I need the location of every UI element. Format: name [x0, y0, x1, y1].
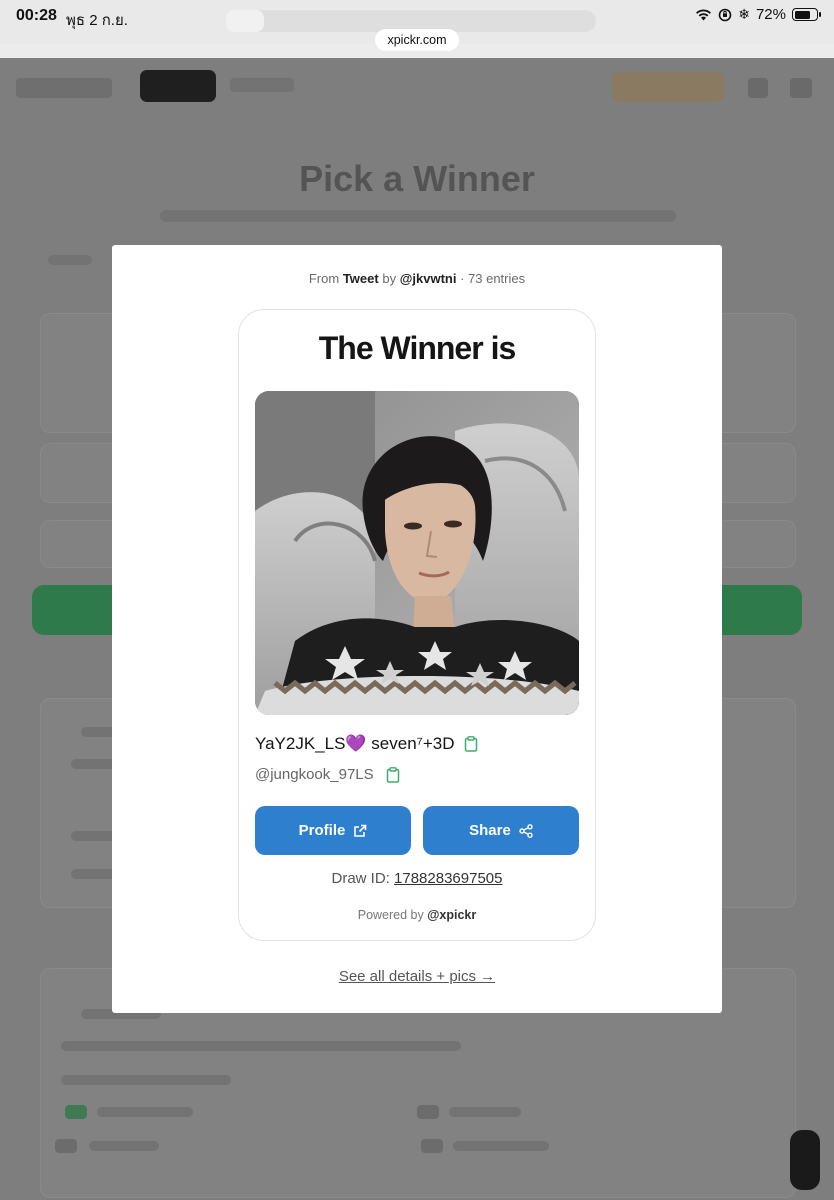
- source-author[interactable]: @jkvwtni: [400, 271, 457, 286]
- external-link-icon: [354, 824, 367, 837]
- winner-heading: The Winner is: [318, 330, 517, 366]
- winner-handle-row: @jungkook_97LS: [255, 766, 400, 783]
- profile-button-label: Profile: [298, 822, 346, 839]
- draw-id-link[interactable]: 1788283697505: [394, 870, 502, 887]
- copy-icon[interactable]: [464, 736, 478, 752]
- winner-card: The Winner is YaY2JK_LS💜 seven⁷+3D @jung…: [238, 309, 596, 941]
- status-date: พุธ 2 ก.ย.: [66, 12, 128, 29]
- background-subtitle: [160, 210, 676, 222]
- floating-action-button: [790, 1130, 820, 1190]
- battery-level: [794, 10, 810, 19]
- winner-photo: [255, 391, 579, 715]
- wifi-icon: [696, 9, 712, 21]
- profile-button[interactable]: Profile: [255, 806, 411, 855]
- draw-id-label: Draw ID:: [331, 870, 390, 887]
- share-button-label: Share: [469, 822, 511, 839]
- nav-item-active: [140, 70, 216, 102]
- site-logo: [16, 78, 112, 98]
- powered-brand-link[interactable]: @xpickr: [427, 908, 476, 922]
- copy-icon[interactable]: [386, 766, 400, 783]
- url-pill[interactable]: xpickr.com: [375, 29, 459, 51]
- snowflake-icon: ❄: [738, 6, 750, 22]
- winner-display-name: YaY2JK_LS💜 seven⁷+3D: [255, 734, 455, 753]
- draw-id-row: Draw ID: 1788283697505: [239, 870, 595, 887]
- source-prefix: From: [308, 271, 340, 286]
- battery-percentage: 72%: [755, 6, 786, 23]
- orientation-lock-icon: [718, 8, 732, 21]
- background-page-title: Pick a Winner: [299, 158, 535, 199]
- powered-by: Powered by @xpickr: [239, 908, 595, 922]
- winner-modal: From Tweet by @jkvwtni · 73 entries The …: [112, 245, 722, 1013]
- notification-app-icon: [226, 10, 264, 32]
- nav-item: [230, 78, 294, 92]
- background-header: [0, 58, 834, 118]
- background-field-label: [40, 243, 100, 283]
- status-indicators: ❄ 72%: [695, 6, 821, 23]
- header-icon: [748, 78, 768, 98]
- draw-source-line: From Tweet by @jkvwtni · 73 entries: [112, 271, 722, 286]
- winner-handle: @jungkook_97LS: [255, 766, 374, 783]
- status-time: 00:28: [16, 7, 57, 24]
- source-by: by: [382, 271, 397, 286]
- winner-photo-illustration: [255, 391, 579, 715]
- share-button[interactable]: Share: [423, 806, 579, 855]
- source-type: Tweet: [342, 271, 379, 286]
- share-icon: [519, 823, 533, 838]
- menu-icon: [790, 78, 812, 98]
- entries-count: · 73 entries: [460, 271, 526, 286]
- battery-icon: [792, 8, 821, 21]
- winner-name-row: YaY2JK_LS💜 seven⁷+3D: [255, 734, 478, 754]
- header-cta-button: [612, 72, 724, 102]
- powered-prefix: Powered by: [357, 908, 424, 922]
- see-all-details-link[interactable]: See all details + pics →: [112, 968, 722, 985]
